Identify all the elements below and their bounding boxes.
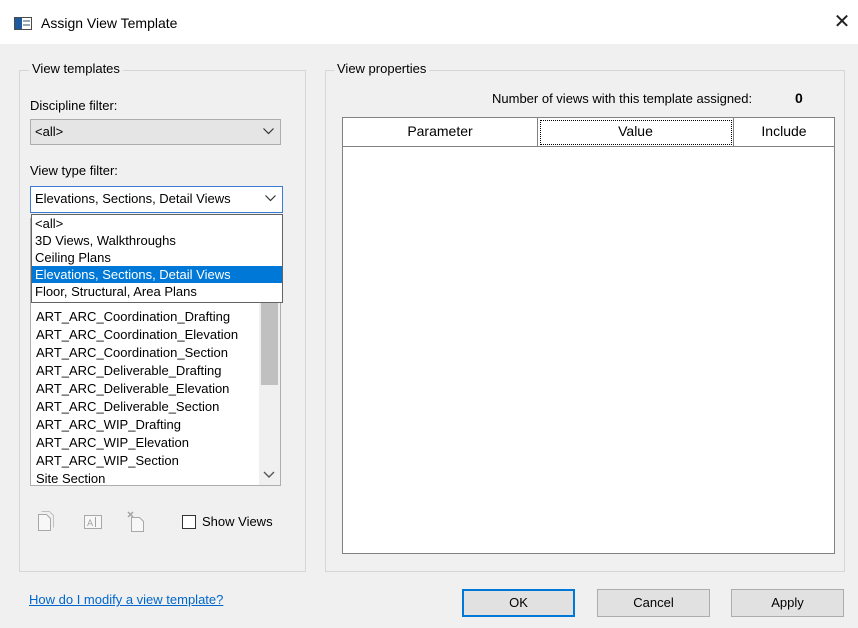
- app-icon: [14, 17, 32, 30]
- help-link[interactable]: How do I modify a view template?: [29, 592, 223, 607]
- assigned-count-label: Number of views with this template assig…: [492, 91, 753, 106]
- close-icon: ✕: [833, 11, 851, 33]
- view-properties-table[interactable]: Parameter Value Include: [342, 117, 835, 554]
- list-item[interactable]: ART_ARC_Coordination_Elevation: [36, 326, 238, 344]
- close-button[interactable]: ✕: [832, 10, 852, 34]
- column-header-value[interactable]: Value: [538, 118, 734, 147]
- view-type-filter-label: View type filter:: [30, 163, 118, 178]
- list-item[interactable]: ART_ARC_WIP_Elevation: [36, 434, 189, 452]
- svg-text:A: A: [87, 519, 94, 529]
- duplicate-icon[interactable]: [36, 511, 56, 533]
- view-templates-group-title: View templates: [29, 61, 123, 76]
- list-item[interactable]: Site Section: [36, 470, 105, 485]
- show-views-checkbox[interactable]: [182, 515, 196, 529]
- dropdown-option[interactable]: 3D Views, Walkthroughs: [32, 232, 282, 249]
- view-type-filter-value: Elevations, Sections, Detail Views: [35, 191, 231, 206]
- dropdown-option[interactable]: <all>: [32, 215, 282, 232]
- window-title: Assign View Template: [41, 15, 178, 31]
- column-header-include[interactable]: Include: [734, 118, 834, 147]
- dropdown-option-selected[interactable]: Elevations, Sections, Detail Views: [32, 266, 282, 283]
- chevron-down-icon: [263, 128, 274, 135]
- title-bar: Assign View Template ✕: [0, 0, 858, 44]
- show-views-label[interactable]: Show Views: [202, 514, 273, 529]
- discipline-filter-label: Discipline filter:: [30, 98, 118, 113]
- list-item[interactable]: ART_ARC_WIP_Section: [36, 452, 179, 470]
- dropdown-option[interactable]: Ceiling Plans: [32, 249, 282, 266]
- scroll-down-icon[interactable]: [263, 471, 275, 479]
- delete-icon[interactable]: [127, 511, 147, 533]
- view-type-dropdown-list: <all> 3D Views, Walkthroughs Ceiling Pla…: [31, 214, 283, 303]
- rename-icon[interactable]: A: [83, 511, 103, 533]
- dropdown-option[interactable]: Floor, Structural, Area Plans: [32, 283, 282, 300]
- view-type-filter-select[interactable]: Elevations, Sections, Detail Views: [30, 186, 283, 213]
- ok-button[interactable]: OK: [462, 589, 575, 617]
- cancel-button[interactable]: Cancel: [597, 589, 710, 617]
- list-item[interactable]: ART_ARC_Deliverable_Section: [36, 398, 219, 416]
- apply-button[interactable]: Apply: [731, 589, 844, 617]
- view-properties-group-title: View properties: [334, 61, 430, 76]
- list-item[interactable]: ART_ARC_Coordination_Drafting: [36, 308, 230, 326]
- list-item[interactable]: ART_ARC_WIP_Drafting: [36, 416, 181, 434]
- column-header-parameter[interactable]: Parameter: [343, 118, 538, 147]
- list-item[interactable]: ART_ARC_Coordination_Section: [36, 344, 228, 362]
- discipline-filter-select[interactable]: <all>: [30, 119, 281, 145]
- chevron-down-icon: [265, 195, 276, 202]
- discipline-filter-value: <all>: [35, 124, 64, 139]
- assigned-count-value: 0: [795, 90, 803, 106]
- list-item[interactable]: ART_ARC_Deliverable_Elevation: [36, 380, 229, 398]
- list-item[interactable]: ART_ARC_Deliverable_Drafting: [36, 362, 221, 380]
